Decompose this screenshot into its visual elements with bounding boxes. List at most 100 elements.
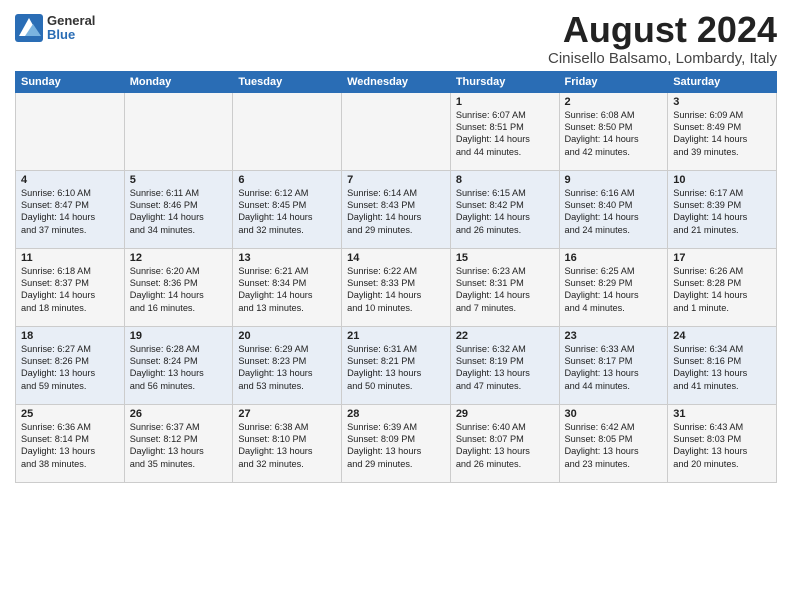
day-number: 7 xyxy=(347,174,445,186)
page-container: General Blue August 2024 Cinisello Balsa… xyxy=(0,0,792,488)
calendar-cell: 6Sunrise: 6:12 AM Sunset: 8:45 PM Daylig… xyxy=(233,170,342,248)
day-number: 2 xyxy=(565,96,663,108)
day-number: 18 xyxy=(21,330,119,342)
day-info: Sunrise: 6:40 AM Sunset: 8:07 PM Dayligh… xyxy=(456,421,554,471)
day-number: 28 xyxy=(347,408,445,420)
calendar-cell: 29Sunrise: 6:40 AM Sunset: 8:07 PM Dayli… xyxy=(450,404,559,482)
header-tuesday: Tuesday xyxy=(233,71,342,92)
calendar-cell xyxy=(124,92,233,170)
day-number: 29 xyxy=(456,408,554,420)
day-info: Sunrise: 6:32 AM Sunset: 8:19 PM Dayligh… xyxy=(456,343,554,393)
calendar-cell: 23Sunrise: 6:33 AM Sunset: 8:17 PM Dayli… xyxy=(559,326,668,404)
calendar-cell: 27Sunrise: 6:38 AM Sunset: 8:10 PM Dayli… xyxy=(233,404,342,482)
day-number: 5 xyxy=(130,174,228,186)
day-info: Sunrise: 6:12 AM Sunset: 8:45 PM Dayligh… xyxy=(238,187,336,237)
day-info: Sunrise: 6:11 AM Sunset: 8:46 PM Dayligh… xyxy=(130,187,228,237)
calendar-cell: 8Sunrise: 6:15 AM Sunset: 8:42 PM Daylig… xyxy=(450,170,559,248)
day-number: 19 xyxy=(130,330,228,342)
header-row: General Blue August 2024 Cinisello Balsa… xyxy=(15,10,777,67)
day-number: 23 xyxy=(565,330,663,342)
calendar-cell xyxy=(16,92,125,170)
day-number: 15 xyxy=(456,252,554,264)
month-title: August 2024 xyxy=(548,10,777,50)
calendar-cell: 15Sunrise: 6:23 AM Sunset: 8:31 PM Dayli… xyxy=(450,248,559,326)
calendar-cell: 31Sunrise: 6:43 AM Sunset: 8:03 PM Dayli… xyxy=(668,404,777,482)
header-row-days: SundayMondayTuesdayWednesdayThursdayFrid… xyxy=(16,71,777,92)
day-info: Sunrise: 6:21 AM Sunset: 8:34 PM Dayligh… xyxy=(238,265,336,315)
calendar-cell: 18Sunrise: 6:27 AM Sunset: 8:26 PM Dayli… xyxy=(16,326,125,404)
calendar-cell: 21Sunrise: 6:31 AM Sunset: 8:21 PM Dayli… xyxy=(342,326,451,404)
day-number: 11 xyxy=(21,252,119,264)
calendar-cell: 17Sunrise: 6:26 AM Sunset: 8:28 PM Dayli… xyxy=(668,248,777,326)
calendar-week-3: 11Sunrise: 6:18 AM Sunset: 8:37 PM Dayli… xyxy=(16,248,777,326)
day-info: Sunrise: 6:27 AM Sunset: 8:26 PM Dayligh… xyxy=(21,343,119,393)
day-number: 10 xyxy=(673,174,771,186)
day-info: Sunrise: 6:36 AM Sunset: 8:14 PM Dayligh… xyxy=(21,421,119,471)
day-number: 16 xyxy=(565,252,663,264)
calendar-cell: 22Sunrise: 6:32 AM Sunset: 8:19 PM Dayli… xyxy=(450,326,559,404)
day-info: Sunrise: 6:42 AM Sunset: 8:05 PM Dayligh… xyxy=(565,421,663,471)
calendar-cell: 28Sunrise: 6:39 AM Sunset: 8:09 PM Dayli… xyxy=(342,404,451,482)
calendar-cell: 16Sunrise: 6:25 AM Sunset: 8:29 PM Dayli… xyxy=(559,248,668,326)
day-info: Sunrise: 6:09 AM Sunset: 8:49 PM Dayligh… xyxy=(673,109,771,159)
day-number: 26 xyxy=(130,408,228,420)
header-friday: Friday xyxy=(559,71,668,92)
calendar-cell: 11Sunrise: 6:18 AM Sunset: 8:37 PM Dayli… xyxy=(16,248,125,326)
day-info: Sunrise: 6:17 AM Sunset: 8:39 PM Dayligh… xyxy=(673,187,771,237)
day-number: 31 xyxy=(673,408,771,420)
day-info: Sunrise: 6:07 AM Sunset: 8:51 PM Dayligh… xyxy=(456,109,554,159)
day-info: Sunrise: 6:29 AM Sunset: 8:23 PM Dayligh… xyxy=(238,343,336,393)
day-info: Sunrise: 6:16 AM Sunset: 8:40 PM Dayligh… xyxy=(565,187,663,237)
day-number: 1 xyxy=(456,96,554,108)
calendar-cell: 25Sunrise: 6:36 AM Sunset: 8:14 PM Dayli… xyxy=(16,404,125,482)
day-number: 21 xyxy=(347,330,445,342)
calendar-cell xyxy=(233,92,342,170)
calendar-week-5: 25Sunrise: 6:36 AM Sunset: 8:14 PM Dayli… xyxy=(16,404,777,482)
logo: General Blue xyxy=(15,14,95,43)
header-sunday: Sunday xyxy=(16,71,125,92)
day-info: Sunrise: 6:23 AM Sunset: 8:31 PM Dayligh… xyxy=(456,265,554,315)
logo-general: General xyxy=(47,14,95,28)
day-number: 14 xyxy=(347,252,445,264)
logo-text: General Blue xyxy=(47,14,95,43)
day-info: Sunrise: 6:08 AM Sunset: 8:50 PM Dayligh… xyxy=(565,109,663,159)
day-info: Sunrise: 6:38 AM Sunset: 8:10 PM Dayligh… xyxy=(238,421,336,471)
location-title: Cinisello Balsamo, Lombardy, Italy xyxy=(548,50,777,67)
day-number: 9 xyxy=(565,174,663,186)
calendar-body: 1Sunrise: 6:07 AM Sunset: 8:51 PM Daylig… xyxy=(16,92,777,482)
calendar-cell: 4Sunrise: 6:10 AM Sunset: 8:47 PM Daylig… xyxy=(16,170,125,248)
calendar-cell: 30Sunrise: 6:42 AM Sunset: 8:05 PM Dayli… xyxy=(559,404,668,482)
day-info: Sunrise: 6:28 AM Sunset: 8:24 PM Dayligh… xyxy=(130,343,228,393)
day-info: Sunrise: 6:22 AM Sunset: 8:33 PM Dayligh… xyxy=(347,265,445,315)
day-info: Sunrise: 6:33 AM Sunset: 8:17 PM Dayligh… xyxy=(565,343,663,393)
header-monday: Monday xyxy=(124,71,233,92)
day-number: 4 xyxy=(21,174,119,186)
calendar-week-2: 4Sunrise: 6:10 AM Sunset: 8:47 PM Daylig… xyxy=(16,170,777,248)
logo-blue: Blue xyxy=(47,28,95,42)
day-info: Sunrise: 6:39 AM Sunset: 8:09 PM Dayligh… xyxy=(347,421,445,471)
day-number: 17 xyxy=(673,252,771,264)
day-number: 20 xyxy=(238,330,336,342)
header-thursday: Thursday xyxy=(450,71,559,92)
calendar-cell: 3Sunrise: 6:09 AM Sunset: 8:49 PM Daylig… xyxy=(668,92,777,170)
calendar-week-4: 18Sunrise: 6:27 AM Sunset: 8:26 PM Dayli… xyxy=(16,326,777,404)
day-number: 12 xyxy=(130,252,228,264)
calendar-table: SundayMondayTuesdayWednesdayThursdayFrid… xyxy=(15,71,777,483)
day-info: Sunrise: 6:31 AM Sunset: 8:21 PM Dayligh… xyxy=(347,343,445,393)
logo-icon xyxy=(15,14,43,42)
day-info: Sunrise: 6:25 AM Sunset: 8:29 PM Dayligh… xyxy=(565,265,663,315)
day-number: 13 xyxy=(238,252,336,264)
day-info: Sunrise: 6:26 AM Sunset: 8:28 PM Dayligh… xyxy=(673,265,771,315)
calendar-cell: 1Sunrise: 6:07 AM Sunset: 8:51 PM Daylig… xyxy=(450,92,559,170)
day-number: 22 xyxy=(456,330,554,342)
day-info: Sunrise: 6:10 AM Sunset: 8:47 PM Dayligh… xyxy=(21,187,119,237)
calendar-cell: 2Sunrise: 6:08 AM Sunset: 8:50 PM Daylig… xyxy=(559,92,668,170)
calendar-cell: 7Sunrise: 6:14 AM Sunset: 8:43 PM Daylig… xyxy=(342,170,451,248)
calendar-cell: 20Sunrise: 6:29 AM Sunset: 8:23 PM Dayli… xyxy=(233,326,342,404)
calendar-cell xyxy=(342,92,451,170)
day-number: 6 xyxy=(238,174,336,186)
calendar-cell: 5Sunrise: 6:11 AM Sunset: 8:46 PM Daylig… xyxy=(124,170,233,248)
calendar-cell: 13Sunrise: 6:21 AM Sunset: 8:34 PM Dayli… xyxy=(233,248,342,326)
calendar-cell: 26Sunrise: 6:37 AM Sunset: 8:12 PM Dayli… xyxy=(124,404,233,482)
day-info: Sunrise: 6:14 AM Sunset: 8:43 PM Dayligh… xyxy=(347,187,445,237)
